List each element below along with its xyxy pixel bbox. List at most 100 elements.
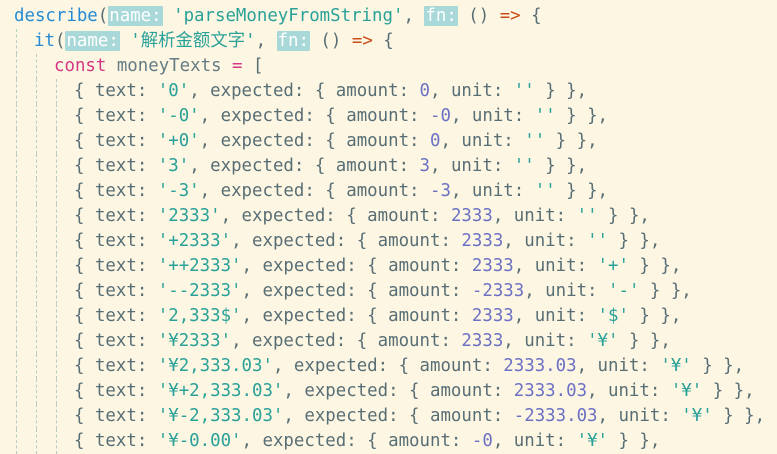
indent-guide: [16, 154, 17, 179]
code-line[interactable]: { text: '-3', expected: { amount: -3, un…: [74, 179, 608, 204]
code-line[interactable]: { text: '3', expected: { amount: 3, unit…: [74, 154, 587, 179]
code-token: , unit:: [576, 356, 661, 376]
code-token: , expected: { amount:: [220, 206, 451, 226]
code-token: '¥+2,333.03': [157, 381, 284, 401]
parameter-hint: name:: [108, 6, 163, 26]
code-line[interactable]: { text: '¥2,333.03', expected: { amount:…: [74, 354, 744, 379]
code-line[interactable]: const moneyTexts = [: [54, 54, 263, 79]
code-token: , unit:: [587, 381, 671, 401]
code-line[interactable]: { text: '¥-2,333.03', expected: { amount…: [74, 404, 765, 429]
code-line[interactable]: { text: '+0', expected: { amount: 0, uni…: [74, 129, 598, 154]
code-token: , unit:: [450, 181, 535, 201]
code-token: { text:: [74, 231, 158, 251]
code-token: {: [372, 31, 394, 51]
code-token: 2333: [461, 231, 504, 251]
code-token: ,: [255, 31, 277, 51]
code-line[interactable]: { text: '¥+2,333.03', expected: { amount…: [74, 379, 755, 404]
indent-guide: [16, 204, 17, 229]
code-token: , unit:: [597, 406, 682, 426]
indent-guide: [36, 54, 37, 79]
code-line[interactable]: { text: '++2333', expected: { amount: 23…: [74, 254, 681, 279]
code-token: '0': [157, 81, 190, 101]
code-token: { text:: [74, 381, 158, 401]
code-token: '¥': [660, 356, 692, 376]
code-token: (): [309, 31, 352, 51]
code-token: } },: [555, 181, 609, 201]
code-token: [: [242, 56, 264, 76]
code-token: , expected: { amount:: [189, 156, 420, 176]
indent-guide: [36, 404, 37, 429]
code-token: (: [97, 6, 109, 26]
indent-guide: [36, 129, 37, 154]
code-token: , unit:: [440, 131, 525, 151]
code-token: { text:: [74, 81, 158, 101]
code-token: -2333: [471, 281, 525, 301]
code-token: { text:: [74, 131, 158, 151]
code-token: '¥': [681, 406, 713, 426]
code-editor[interactable]: describe(name: 'parseMoneyFromString', f…: [0, 0, 777, 454]
code-line[interactable]: { text: '¥-0.00', expected: { amount: -0…: [74, 429, 660, 454]
code-token: , expected: { amount:: [199, 131, 430, 151]
indent-guide: [16, 29, 17, 54]
code-token: describe: [14, 6, 98, 26]
code-token: , unit:: [492, 431, 577, 451]
code-token: (): [457, 6, 500, 26]
code-line[interactable]: { text: '¥2333', expected: { amount: 233…: [74, 329, 671, 354]
code-token: '--2333': [157, 281, 242, 301]
code-token: } },: [702, 381, 755, 401]
indent-guide: [16, 354, 17, 379]
code-token: , expected: { amount:: [283, 406, 514, 426]
code-token: '2333': [157, 206, 221, 226]
code-token: it: [34, 31, 55, 51]
indent-guide: [56, 404, 57, 429]
code-line[interactable]: { text: '+2333', expected: { amount: 233…: [74, 229, 660, 254]
indent-guide: [16, 279, 17, 304]
code-line[interactable]: { text: '2,333$', expected: { amount: 23…: [74, 304, 681, 329]
indent-guide: [16, 229, 17, 254]
code-token: } },: [555, 106, 609, 126]
code-token: ,: [403, 6, 425, 26]
indent-guide: [16, 304, 17, 329]
code-token: } },: [534, 81, 588, 101]
code-token: '¥-2,333.03': [157, 406, 284, 426]
indent-guide: [16, 404, 17, 429]
code-line[interactable]: describe(name: 'parseMoneyFromString', f…: [14, 4, 542, 29]
code-token: '++2333': [157, 256, 242, 276]
code-token: , unit:: [503, 231, 588, 251]
code-token: '¥2,333.03': [157, 356, 273, 376]
code-token: , expected: { amount:: [241, 256, 472, 276]
code-token: '¥-0.00': [157, 431, 242, 451]
code-token: } },: [608, 431, 661, 451]
indent-guide: [56, 204, 57, 229]
code-token: , unit:: [503, 331, 588, 351]
indent-guide: [36, 104, 37, 129]
code-line[interactable]: { text: '2333', expected: { amount: 2333…: [74, 204, 650, 229]
code-line[interactable]: { text: '--2333', expected: { amount: -2…: [74, 279, 692, 304]
code-line[interactable]: { text: '0', expected: { amount: 0, unit…: [74, 79, 587, 104]
indent-guide: [36, 379, 37, 404]
indent-guide: [36, 329, 37, 354]
code-token: } },: [628, 306, 682, 326]
parameter-hint: fn:: [276, 31, 310, 51]
code-token: '3': [157, 156, 190, 176]
indent-guide: [36, 279, 37, 304]
code-token: { text:: [74, 181, 158, 201]
code-token: '-3': [157, 181, 200, 201]
code-token: '¥': [670, 381, 703, 401]
code-token: , expected: { amount:: [241, 306, 472, 326]
code-token: , unit:: [513, 256, 598, 276]
code-token: 0: [419, 81, 431, 101]
code-token: { text:: [74, 156, 158, 176]
code-line[interactable]: it(name: '解析金额文字', fn: () => {: [34, 29, 394, 54]
code-token: , expected: { amount:: [241, 281, 472, 301]
code-token: { text:: [74, 306, 158, 326]
code-token: '-0': [157, 106, 200, 126]
code-token: -0: [430, 106, 451, 126]
code-token: 2333: [471, 306, 514, 326]
code-token: '': [576, 206, 598, 226]
code-token: =: [232, 56, 243, 76]
indent-guide: [36, 204, 37, 229]
code-line[interactable]: { text: '-0', expected: { amount: -0, un…: [74, 104, 608, 129]
code-token: const: [54, 56, 107, 76]
indent-guide: [56, 279, 57, 304]
